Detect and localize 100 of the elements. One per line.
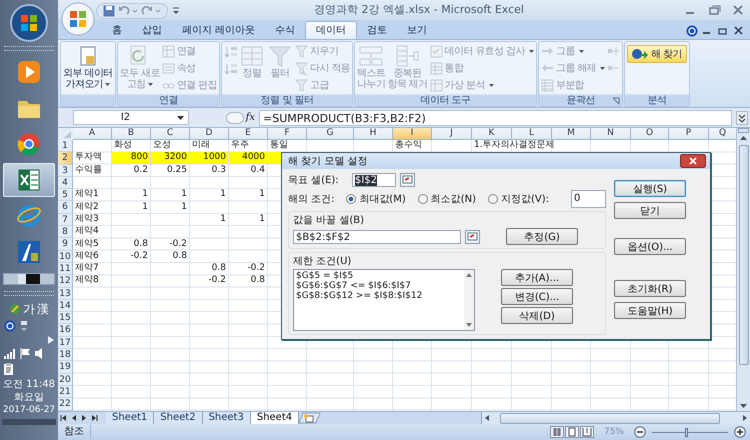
table-cell[interactable]: 제약3 — [73, 214, 101, 225]
table-cell[interactable]: 우주 — [229, 140, 251, 152]
table-cell[interactable]: -0.2 — [206, 275, 228, 286]
clock[interactable]: 오전 11:48 화요일 2017-06-27 — [2, 378, 56, 417]
row-header[interactable]: 15 — [58, 312, 73, 324]
ime-mode[interactable]: 漢 — [37, 302, 49, 316]
table-cell[interactable]: -0.2 — [128, 250, 150, 262]
table-cell[interactable]: 제약8 — [73, 275, 101, 286]
table-cell[interactable]: 제약4 — [73, 226, 101, 238]
table-cell[interactable]: 4000 — [240, 152, 267, 164]
list-item[interactable]: $G$6:$G$7 <= $I$6:$I$7 — [296, 281, 462, 291]
row-header[interactable]: 16 — [58, 324, 73, 337]
clipboard-icon[interactable] — [4, 363, 15, 375]
page-break-icon[interactable] — [580, 426, 594, 438]
slider-thumb[interactable] — [685, 428, 688, 436]
table-cell[interactable]: 1 — [179, 189, 189, 200]
signal-icon[interactable] — [4, 348, 16, 358]
column-header[interactable]: C — [151, 128, 190, 140]
ribbon-tab[interactable]: 검토 — [357, 22, 398, 39]
radio-option[interactable]: 지정값(V): — [488, 192, 550, 206]
ribbon-tab[interactable]: 수식 — [265, 22, 306, 39]
table-cell[interactable]: 수익률 — [73, 164, 104, 176]
row-header[interactable]: 7 — [58, 214, 73, 226]
customize-icon[interactable] — [172, 6, 180, 16]
dialog-button[interactable]: 닫기 — [614, 202, 686, 219]
row-header[interactable]: 19 — [58, 361, 73, 374]
ribbon-tab[interactable]: 삽입 — [132, 22, 172, 39]
ribbon-tab[interactable]: 페이지 레이아웃 — [172, 22, 266, 39]
table-cell[interactable]: 제약7 — [73, 263, 101, 274]
guess-button[interactable]: 추정(G) — [506, 228, 578, 245]
table-cell[interactable]: -0.2 — [245, 263, 267, 274]
last-sheet-icon[interactable] — [90, 413, 98, 423]
dialog-button[interactable]: 삭제(D) — [501, 307, 573, 324]
row-header[interactable]: 6 — [58, 201, 73, 214]
name-box[interactable]: I2 — [73, 110, 189, 125]
next-sheet-icon[interactable] — [80, 413, 88, 423]
table-cell[interactable]: 0.8 — [170, 250, 189, 262]
row-header[interactable]: 14 — [58, 300, 73, 312]
taskbar-scroller[interactable] — [3, 273, 55, 285]
table-cell[interactable]: 미래 — [190, 140, 212, 152]
column-header[interactable]: N — [591, 128, 631, 140]
help-icon[interactable] — [686, 24, 698, 36]
scroll-thumb[interactable] — [500, 412, 720, 424]
dialog-button[interactable]: 초기화(R) — [614, 280, 686, 297]
column-header[interactable]: Q — [709, 128, 736, 140]
help-icon[interactable] — [4, 320, 16, 332]
scroll-thumb[interactable] — [738, 145, 748, 365]
insert-function-button[interactable]: fx — [246, 112, 255, 123]
table-cell[interactable]: 제약6 — [73, 250, 101, 262]
row-header[interactable]: 9 — [58, 238, 73, 251]
dialog-button[interactable]: 실행(S) — [614, 180, 686, 197]
column-header[interactable]: B — [112, 128, 151, 140]
previous-sheet-icon[interactable] — [70, 413, 78, 423]
dialog-launcher-icon[interactable] — [612, 97, 620, 105]
list-scrollbar[interactable] — [464, 270, 474, 330]
insert-sheet-icon[interactable] — [299, 412, 322, 424]
row-header[interactable]: 2 — [58, 152, 73, 165]
row-header[interactable]: 21 — [58, 386, 73, 398]
column-header[interactable]: H — [354, 128, 393, 140]
radio-option[interactable]: 최대값(M) — [346, 192, 406, 206]
row-header[interactable]: 17 — [58, 336, 73, 350]
split-handle-icon[interactable] — [738, 128, 749, 133]
ribbon-button[interactable]: 외부 데이터 가져오기 — [63, 43, 113, 91]
column-header[interactable]: J — [432, 128, 472, 140]
row-header[interactable]: 12 — [58, 275, 73, 288]
table-cell[interactable]: 1.투자의사결정문제 — [472, 140, 557, 152]
table-cell[interactable]: 화성 — [112, 140, 134, 152]
row-header[interactable]: 20 — [58, 374, 73, 386]
row-header[interactable]: 8 — [58, 226, 73, 238]
table-cell[interactable]: 총수익 — [393, 140, 424, 152]
column-header[interactable]: P — [669, 128, 709, 140]
list-item[interactable]: $G$5 = $I$5 — [296, 271, 462, 281]
table-cell[interactable]: 통일 — [268, 140, 290, 152]
start-button[interactable] — [9, 3, 49, 43]
row-header[interactable]: 1 — [58, 140, 73, 152]
dialog-button[interactable]: 변경(C)... — [501, 288, 573, 305]
table-cell[interactable]: 0.4 — [248, 164, 267, 176]
radio-button[interactable] — [488, 194, 498, 204]
list-item[interactable]: $G$8:$G$12 >= $I$8:$I$12 — [296, 291, 462, 301]
column-header[interactable]: G — [307, 128, 354, 140]
horizontal-scrollbar[interactable] — [481, 412, 750, 424]
dialog-button[interactable]: 추가(A)... — [501, 269, 573, 286]
solver-button[interactable]: 해 찾기 — [627, 45, 687, 63]
formula-field[interactable]: =SUMPRODUCT(B3:F3,B2:F2) — [259, 110, 732, 126]
row-header[interactable]: 18 — [58, 349, 73, 362]
dialog-button[interactable]: 도움말(H) — [614, 302, 686, 319]
row-header[interactable]: 5 — [58, 189, 73, 202]
cell-picker-button[interactable] — [400, 173, 415, 187]
table-cell[interactable]: 3200 — [162, 152, 189, 164]
expand-arrow-icon[interactable] — [48, 336, 54, 344]
column-header[interactable]: E — [229, 128, 268, 140]
keyboard-icon[interactable] — [20, 320, 28, 332]
save-icon[interactable] — [103, 5, 115, 17]
row-header[interactable]: 3 — [58, 164, 73, 177]
table-cell[interactable]: 0.25 — [164, 164, 189, 176]
table-cell[interactable]: 제약1 — [73, 189, 101, 200]
table-cell[interactable]: -0.2 — [167, 238, 189, 250]
normal-view-icon[interactable] — [550, 426, 564, 438]
row-header[interactable]: 10 — [58, 250, 73, 263]
row-header[interactable]: 11 — [58, 262, 73, 276]
